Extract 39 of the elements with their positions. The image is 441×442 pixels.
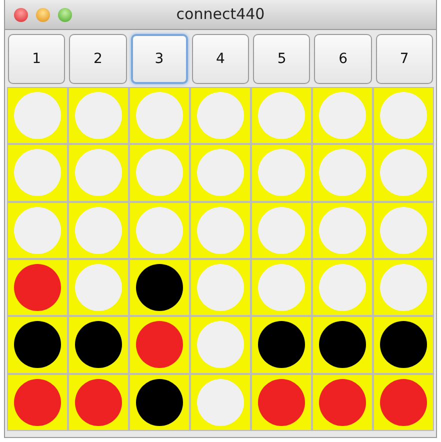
column-button[interactable]: 3 (130, 34, 188, 84)
empty-hole (197, 264, 244, 312)
empty-hole (380, 92, 427, 140)
close-button[interactable] (14, 8, 28, 22)
zoom-button[interactable] (58, 8, 72, 22)
empty-hole (75, 92, 122, 140)
column-button[interactable]: 4 (192, 34, 250, 84)
empty-hole (136, 149, 183, 196)
empty-hole (14, 92, 61, 140)
column-button[interactable]: 7 (376, 34, 433, 84)
column-button[interactable]: 6 (314, 34, 372, 84)
empty-hole (136, 206, 183, 254)
empty-hole (319, 206, 366, 254)
window-title: connect440 (176, 5, 265, 24)
empty-hole (75, 264, 122, 312)
empty-hole (258, 206, 305, 254)
column-button[interactable]: 2 (69, 34, 127, 84)
empty-hole (75, 149, 122, 196)
empty-hole (197, 149, 244, 196)
empty-hole (319, 264, 366, 312)
empty-hole (14, 149, 61, 196)
empty-hole (14, 206, 61, 254)
empty-hole (380, 206, 427, 254)
empty-hole (319, 149, 366, 196)
empty-hole (197, 378, 244, 426)
empty-hole (258, 92, 305, 140)
empty-hole (136, 92, 183, 140)
column-button[interactable]: 5 (253, 34, 310, 84)
empty-hole (380, 149, 427, 196)
minimize-button[interactable] (36, 8, 50, 22)
column-button[interactable]: 1 (8, 34, 66, 84)
empty-hole (380, 264, 427, 312)
empty-hole (197, 321, 244, 368)
empty-hole (75, 206, 122, 254)
empty-hole (258, 149, 305, 196)
empty-hole (197, 92, 244, 140)
empty-hole (319, 92, 366, 140)
empty-hole (197, 206, 244, 254)
empty-hole (258, 264, 305, 312)
